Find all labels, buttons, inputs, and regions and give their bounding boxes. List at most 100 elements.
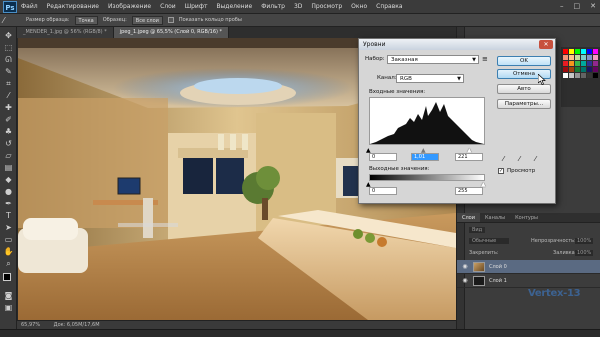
clone-stamp-icon[interactable]: ♣	[3, 127, 14, 137]
document-size: Док: 6,05М/17,6М	[53, 322, 100, 328]
white-eyedropper-icon[interactable]: ⁄	[531, 154, 540, 164]
foreground-color-swatch[interactable]	[3, 273, 15, 285]
maximize-button[interactable]: □	[574, 2, 581, 10]
output-black-field[interactable]: 0	[369, 187, 397, 195]
menu-help[interactable]: Справка	[376, 3, 402, 10]
lasso-tool-icon[interactable]: ᘏ	[3, 55, 14, 65]
levels-dialog: Уровни ✕ Набор: Заказная ▼ ≡ Канал: RGB …	[358, 38, 556, 204]
tab-paths[interactable]: Контуры	[510, 213, 543, 222]
auto-button[interactable]: Авто	[497, 84, 551, 94]
eraser-tool-icon[interactable]: ▱	[3, 151, 14, 161]
channel-value: RGB	[400, 76, 412, 82]
output-gradient-bar	[369, 174, 485, 181]
path-select-icon[interactable]: ➤	[3, 223, 14, 233]
photoshop-logo: Ps	[3, 0, 17, 13]
bottom-strip	[0, 329, 600, 337]
eye-icon[interactable]: ◉	[461, 263, 469, 271]
quick-mask-icon[interactable]: ◙	[3, 291, 14, 301]
lock-label: Закрепить:	[469, 250, 499, 256]
preview-checkbox[interactable]: ✓	[498, 168, 504, 174]
layer-thumbnail	[473, 276, 485, 286]
layer-thumbnail	[473, 262, 485, 272]
gray-eyedropper-icon[interactable]: ⁄	[515, 154, 524, 164]
fill-label: Заливка:	[553, 250, 577, 256]
menu-view[interactable]: Просмотр	[311, 3, 342, 10]
type-tool-icon[interactable]: T	[3, 211, 14, 221]
opacity-label: Непрозрачность:	[531, 238, 576, 244]
opacity-field[interactable]: 100%	[575, 238, 594, 244]
move-tool-icon[interactable]: ✥	[3, 31, 14, 41]
options-bar: Размер образца: Точка Образец: Все слои …	[0, 14, 600, 27]
gradient-tool-icon[interactable]: ▤	[3, 163, 14, 173]
histogram	[369, 97, 485, 145]
sample-size-label: Размер образца:	[26, 17, 70, 23]
layer-filter-row: Вид	[457, 226, 600, 235]
tab-channels[interactable]: Каналы	[480, 213, 510, 222]
pen-tool-icon[interactable]: ✒	[3, 199, 14, 209]
menu-file[interactable]: Файл	[21, 3, 38, 10]
menu-layers[interactable]: Слои	[160, 3, 176, 10]
preset-value: Заказная	[391, 57, 418, 63]
menu-bar: Ps Файл Редактирование Изображение Слои …	[0, 0, 600, 14]
layers-panel-tabs: Слои Каналы Контуры	[457, 213, 600, 223]
eye-icon[interactable]: ◉	[461, 277, 469, 285]
close-window-button[interactable]: ✕	[590, 2, 596, 10]
tab-layers[interactable]: Слои	[457, 213, 480, 222]
preset-options-icon[interactable]: ≡	[482, 55, 488, 63]
blur-tool-icon[interactable]: ◆	[3, 175, 14, 185]
menu-window[interactable]: Окно	[351, 3, 367, 10]
filter-kind-dropdown[interactable]: Вид	[469, 227, 486, 233]
status-bar: 65,97% Док: 6,05М/17,6М	[17, 320, 467, 329]
blend-mode-dropdown[interactable]: Обычные	[469, 238, 509, 244]
dodge-tool-icon[interactable]: ●	[3, 187, 14, 197]
black-eyedropper-icon[interactable]: ⁄	[499, 154, 508, 164]
ok-button[interactable]: OK	[497, 56, 551, 66]
quick-select-tool-icon[interactable]: ✎	[3, 67, 14, 77]
screen-mode-icon[interactable]: ▣	[3, 303, 14, 313]
hand-tool-icon[interactable]: ✋	[3, 247, 14, 257]
minimize-button[interactable]: –	[560, 2, 564, 10]
menu-edit[interactable]: Редактирование	[47, 3, 99, 10]
chevron-down-icon: ▼	[457, 76, 461, 82]
channel-dropdown[interactable]: RGB ▼	[396, 74, 464, 83]
document-tabs: _MENDER_1.jpg @ 56% (RGB/8) * jpeg_1.jpe…	[17, 27, 467, 38]
preview-label: Просмотр	[507, 168, 536, 174]
show-ring-checkbox[interactable]	[167, 17, 174, 23]
eyedropper-tool-preset-icon[interactable]: ⁄	[3, 16, 14, 25]
input-gamma-field[interactable]: 1,01	[411, 153, 439, 161]
layer-name[interactable]: Слой 1	[489, 274, 507, 288]
tools-panel: ✥ ⬚ ᘏ ✎ ⌗ ⁄ ✚ ✐ ♣ ↺ ▱ ▤ ◆ ● ✒ T ➤ ▭ ✋ ⌕ …	[0, 27, 17, 329]
brush-tool-icon[interactable]: ✐	[3, 115, 14, 125]
blend-row: Обычные Непрозрачность: 100%	[457, 237, 600, 246]
healing-brush-icon[interactable]: ✚	[3, 103, 14, 113]
fill-field[interactable]: 100%	[575, 250, 594, 256]
sample-dropdown[interactable]: Все слои	[131, 15, 163, 25]
marquee-tool-icon[interactable]: ⬚	[3, 43, 14, 53]
dialog-close-button[interactable]: ✕	[539, 40, 553, 49]
sample-size-dropdown[interactable]: Точка	[74, 15, 98, 25]
shape-tool-icon[interactable]: ▭	[3, 235, 14, 245]
history-brush-icon[interactable]: ↺	[3, 139, 14, 149]
input-white-field[interactable]: 221	[455, 153, 483, 161]
zoom-level[interactable]: 65,97%	[21, 322, 40, 328]
menu-image[interactable]: Изображение	[108, 3, 151, 10]
options-button[interactable]: Параметры...	[497, 99, 551, 109]
eyedropper-tool-icon[interactable]: ⁄	[3, 91, 14, 101]
menu-select[interactable]: Выделение	[216, 3, 252, 10]
crop-tool-icon[interactable]: ⌗	[3, 79, 14, 89]
swatches-panel	[561, 47, 600, 107]
menu-filter[interactable]: Фильтр	[261, 3, 285, 10]
menu-type[interactable]: Шрифт	[185, 3, 208, 10]
layer-row[interactable]: ◉ Слой 1	[457, 274, 600, 288]
chevron-down-icon: ▼	[472, 57, 476, 63]
tab-document-1[interactable]: _MENDER_1.jpg @ 56% (RGB/8) *	[17, 27, 114, 38]
preset-label: Набор:	[365, 56, 385, 62]
preset-dropdown[interactable]: Заказная ▼	[387, 55, 479, 64]
input-black-field[interactable]: 0	[369, 153, 397, 161]
zoom-tool-icon[interactable]: ⌕	[3, 259, 14, 269]
layer-name[interactable]: Слой 0	[489, 260, 507, 274]
output-white-field[interactable]: 255	[455, 187, 483, 195]
tab-document-2[interactable]: jpeg_1.jpeg @ 65,5% (Слой 0, RGB/16) *	[113, 27, 230, 38]
menu-3d[interactable]: 3D	[294, 3, 302, 10]
layer-row[interactable]: ◉ Слой 0	[457, 260, 600, 274]
